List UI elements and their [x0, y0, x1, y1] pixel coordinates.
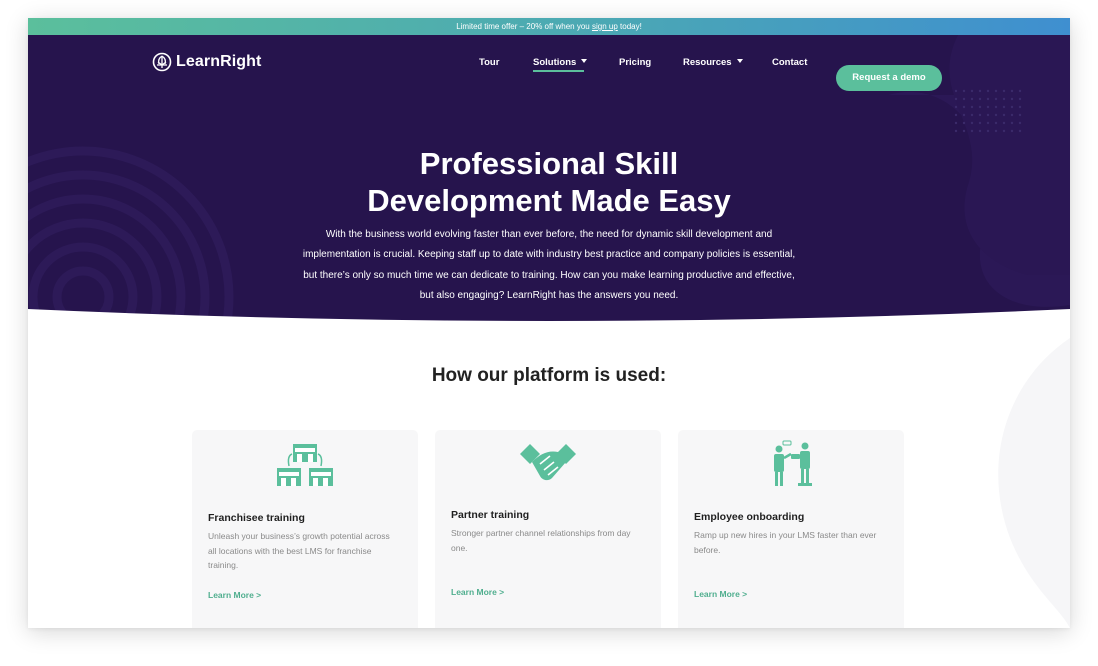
franchise-stores-icon: [277, 444, 333, 486]
hero-title: Professional Skill Development Made Easy: [249, 145, 849, 219]
card-description: Unleash your business’s growth potential…: [208, 531, 390, 570]
hero-title-line2: Development Made Easy: [367, 183, 731, 218]
nav-contact-label: Contact: [772, 57, 808, 68]
learn-more-link[interactable]: Learn More >: [208, 590, 261, 600]
signup-link[interactable]: sign up: [592, 22, 618, 31]
card-title: Partner training: [451, 509, 530, 521]
card-franchisee-training: Franchisee training Unleash your busines…: [192, 430, 418, 628]
learn-more-link[interactable]: Learn More >: [451, 587, 504, 597]
chevron-down-icon: [581, 59, 588, 63]
nav-pricing[interactable]: Pricing: [619, 56, 651, 70]
browser-page: Limited time offer – 20% off when you si…: [28, 18, 1070, 628]
nav-contact[interactable]: Contact: [772, 56, 807, 70]
promo-text-end: today!: [620, 22, 642, 31]
nav-tour[interactable]: Tour: [479, 56, 499, 70]
nav-solutions-label: Solutions: [533, 57, 577, 68]
hero-section: LearnRight Tour Solutions Pricing Resour…: [28, 35, 1070, 330]
card-title: Franchisee training: [208, 512, 305, 524]
section-heading: How our platform is used:: [431, 365, 667, 386]
employee-onboarding-icon: [774, 440, 812, 486]
handshake-icon: [520, 444, 576, 481]
brand-name: LearnRight: [176, 53, 262, 70]
hero-description: With the business world evolving faster …: [302, 229, 796, 301]
nav-resources[interactable]: Resources: [683, 56, 743, 70]
hero-title-line1: Professional Skill: [419, 146, 679, 181]
nav-pricing-label: Pricing: [619, 57, 652, 68]
nav-solutions[interactable]: Solutions: [533, 56, 588, 70]
learn-more-link[interactable]: Learn More >: [694, 589, 747, 599]
hero-bottom-curve: [28, 309, 1070, 330]
card-description: Ramp up new hires in your LMS faster tha…: [694, 530, 877, 555]
nav-tour-label: Tour: [479, 57, 500, 68]
brand-logo[interactable]: LearnRight: [152, 51, 261, 73]
request-demo-button[interactable]: Request a demo: [836, 65, 942, 91]
decorative-background-shape: [998, 338, 1070, 628]
promo-text: Limited time offer – 20% off when you: [456, 22, 590, 31]
nav-resources-label: Resources: [683, 57, 732, 68]
nav-active-indicator: [533, 70, 584, 72]
card-description: Stronger partner channel relationships f…: [451, 528, 631, 553]
promo-banner: Limited time offer – 20% off when you si…: [28, 18, 1070, 35]
chevron-down-icon: [736, 59, 743, 63]
card-partner-training: Partner training Stronger partner channe…: [435, 430, 661, 628]
card-employee-onboarding: Employee onboarding Ramp up new hires in…: [678, 430, 904, 628]
tree-logo-icon: [152, 52, 172, 72]
card-title: Employee onboarding: [694, 511, 805, 523]
